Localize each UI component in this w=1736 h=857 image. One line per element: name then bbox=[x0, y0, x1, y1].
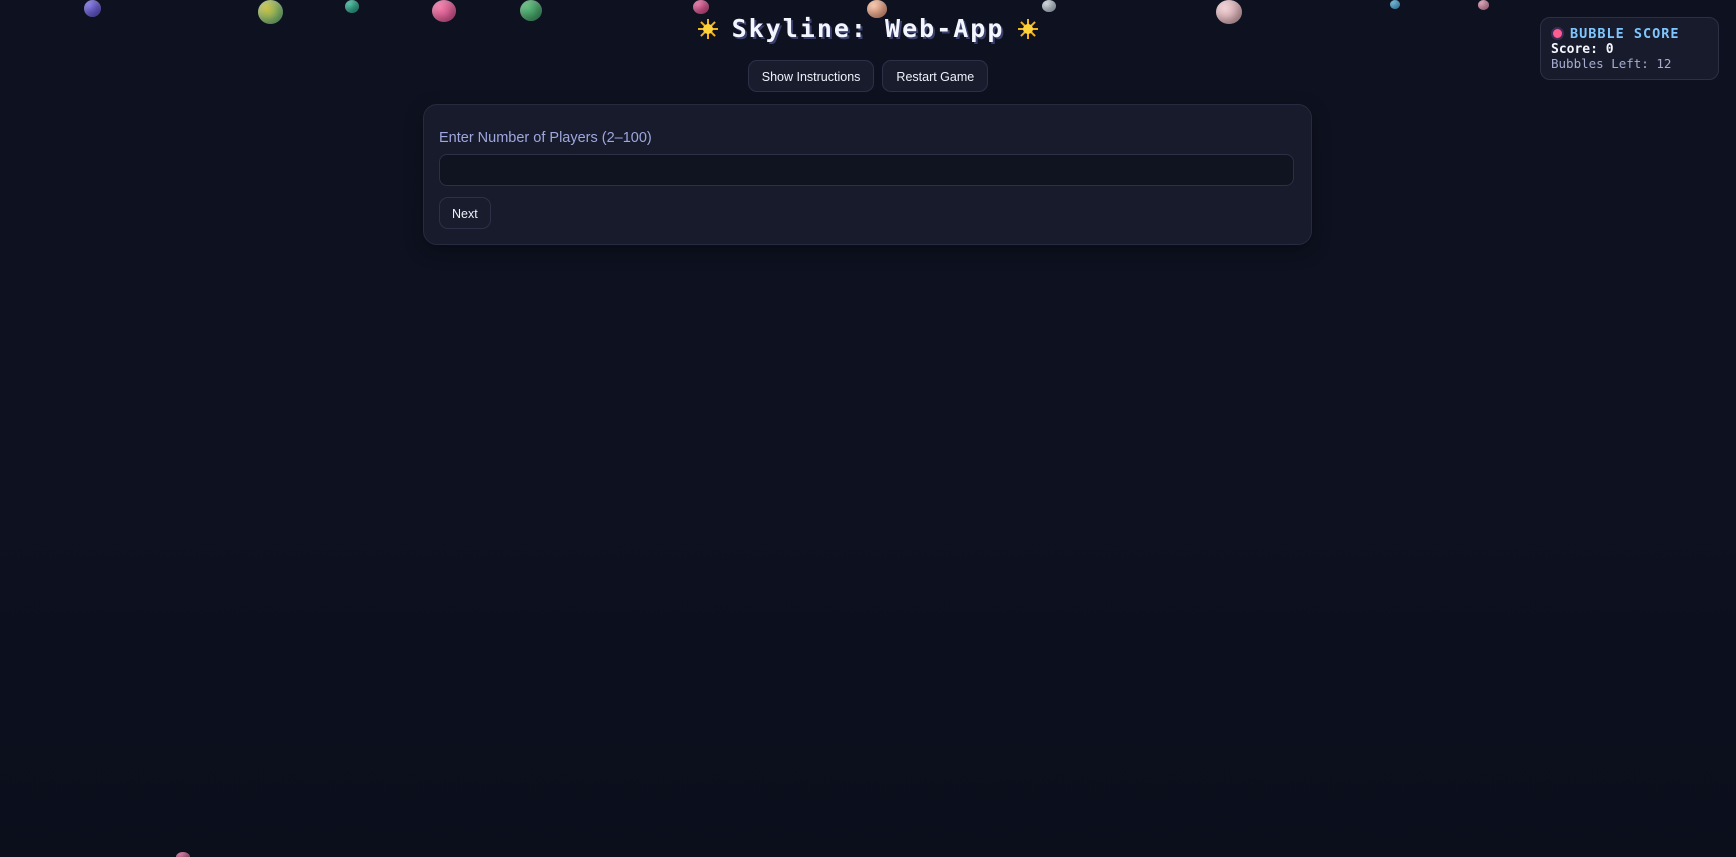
page-title: Skyline: Web-App bbox=[731, 14, 1005, 43]
bubble-score-panel: BUBBLE SCORE Score: 0 Bubbles Left: 12 bbox=[1540, 17, 1719, 80]
score-header: BUBBLE SCORE bbox=[1551, 25, 1708, 42]
sun-icon bbox=[697, 18, 718, 39]
restart-game-button[interactable]: Restart Game bbox=[882, 60, 989, 92]
target-icon bbox=[1551, 27, 1564, 40]
bubble[interactable] bbox=[1390, 0, 1400, 9]
players-label: Enter Number of Players (2–100) bbox=[439, 130, 652, 146]
page-header: Skyline: Web-App bbox=[0, 14, 1736, 43]
bubble[interactable] bbox=[345, 0, 359, 13]
bubble[interactable] bbox=[1478, 0, 1489, 10]
player-setup-card: Enter Number of Players (2–100) Next bbox=[423, 104, 1312, 245]
bubbles-left-value: Bubbles Left: 12 bbox=[1551, 56, 1672, 71]
show-instructions-button[interactable]: Show Instructions bbox=[747, 60, 875, 92]
bubble[interactable] bbox=[1042, 0, 1056, 12]
next-button[interactable]: Next bbox=[439, 197, 491, 229]
players-input[interactable] bbox=[439, 154, 1294, 186]
bubble[interactable] bbox=[176, 852, 190, 857]
score-heading: BUBBLE SCORE bbox=[1570, 25, 1680, 42]
bubble[interactable] bbox=[693, 0, 709, 14]
sun-icon bbox=[1018, 18, 1039, 39]
game-controls: Show Instructions Restart Game bbox=[0, 60, 1736, 92]
score-value: Score: 0 bbox=[1551, 42, 1614, 57]
